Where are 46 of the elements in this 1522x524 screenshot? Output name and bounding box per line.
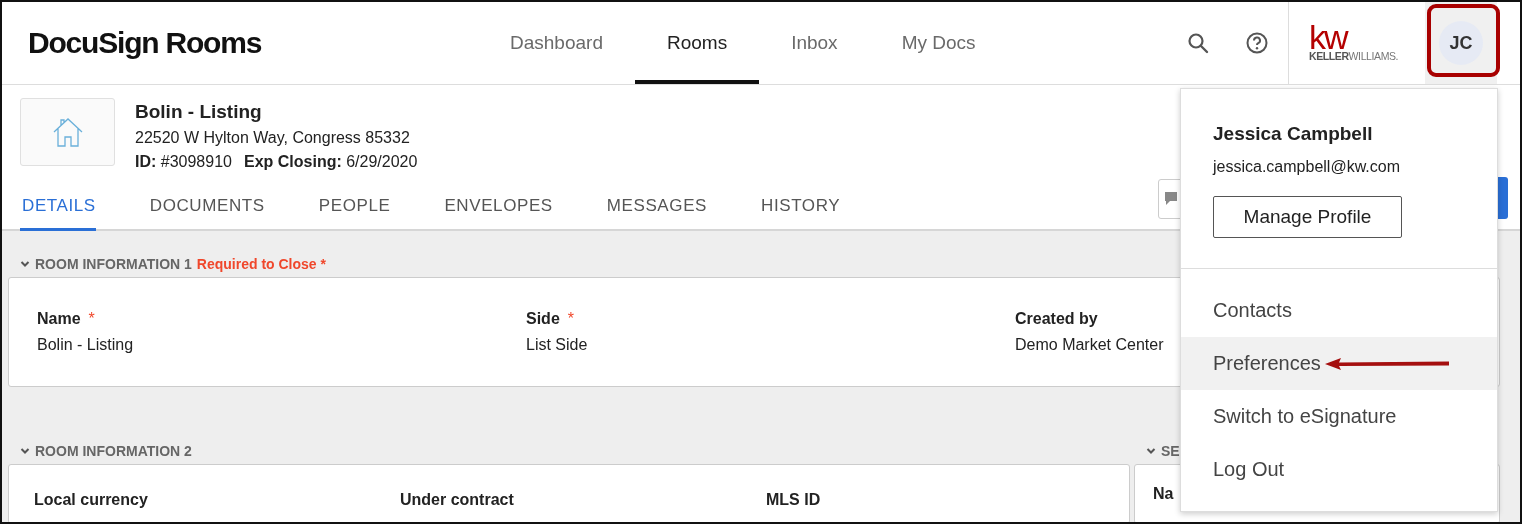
brand-name: KELLERWILLIAMS. <box>1309 50 1400 62</box>
menu-item[interactable]: Switch to eSignature <box>1181 390 1497 443</box>
manage-profile-button[interactable]: Manage Profile <box>1213 196 1402 238</box>
nav-tab[interactable]: My Docs <box>869 6 1008 84</box>
menu-item[interactable]: Contacts <box>1181 284 1497 337</box>
required-mark: * <box>567 310 575 328</box>
nav-tab[interactable]: Inbox <box>759 6 870 84</box>
chat-icon <box>1164 191 1178 207</box>
room-address: 22520 W Hylton Way, Congress 85332 <box>135 129 411 147</box>
section-tab[interactable]: HISTORY <box>761 196 868 231</box>
field-label: Under contract <box>400 491 514 509</box>
field-label: Created by <box>1015 310 1098 328</box>
field-value: Bolin - Listing <box>37 336 134 354</box>
nav-tab[interactable]: Dashboard <box>478 6 635 84</box>
section-tab[interactable]: DOCUMENTS <box>149 196 292 231</box>
room-id: ID: #3098910 <box>135 153 232 171</box>
section-tab[interactable]: MESSAGES <box>606 196 734 231</box>
menu-item[interactable]: Preferences <box>1181 337 1497 390</box>
closing-date: Exp Closing: 6/29/2020 <box>243 153 418 171</box>
section-title: ROOM INFORMATION 1 <box>35 256 192 272</box>
field-label: MLS ID <box>766 491 821 509</box>
chevron-icon[interactable] <box>20 446 30 456</box>
menu-item[interactable]: Log Out <box>1181 443 1497 496</box>
field-value: Demo Market Center <box>1015 336 1164 354</box>
section-tab[interactable]: PEOPLE <box>318 196 418 231</box>
chevron-icon[interactable] <box>20 259 30 269</box>
section-title: SE <box>1161 443 1180 459</box>
field-label: Na <box>1153 485 1174 502</box>
field-label: Side <box>526 310 560 328</box>
user-email: jessica.campbell@kw.com <box>1213 158 1401 176</box>
section-tab[interactable]: ENVELOPES <box>444 196 580 231</box>
avatar-button[interactable]: JC <box>1439 21 1483 65</box>
field-value: List Side <box>526 336 588 354</box>
field-label: Local currency <box>34 491 148 509</box>
section-title: ROOM INFORMATION 2 <box>35 443 192 459</box>
chevron-icon[interactable] <box>1146 446 1156 456</box>
search-icon[interactable] <box>1186 31 1210 55</box>
help-icon[interactable] <box>1245 31 1269 55</box>
required-mark: * <box>88 310 95 328</box>
required-note: Required to Close * <box>196 256 326 272</box>
field-label: Name <box>37 310 81 328</box>
nav-tab[interactable]: Rooms <box>634 6 760 84</box>
room-title: Bolin - Listing <box>135 101 263 123</box>
brand-mark: kw <box>1309 24 1348 50</box>
user-name: Jessica Campbell <box>1213 123 1374 145</box>
docusign-rooms-logo[interactable]: DocuSign Rooms <box>28 26 448 60</box>
